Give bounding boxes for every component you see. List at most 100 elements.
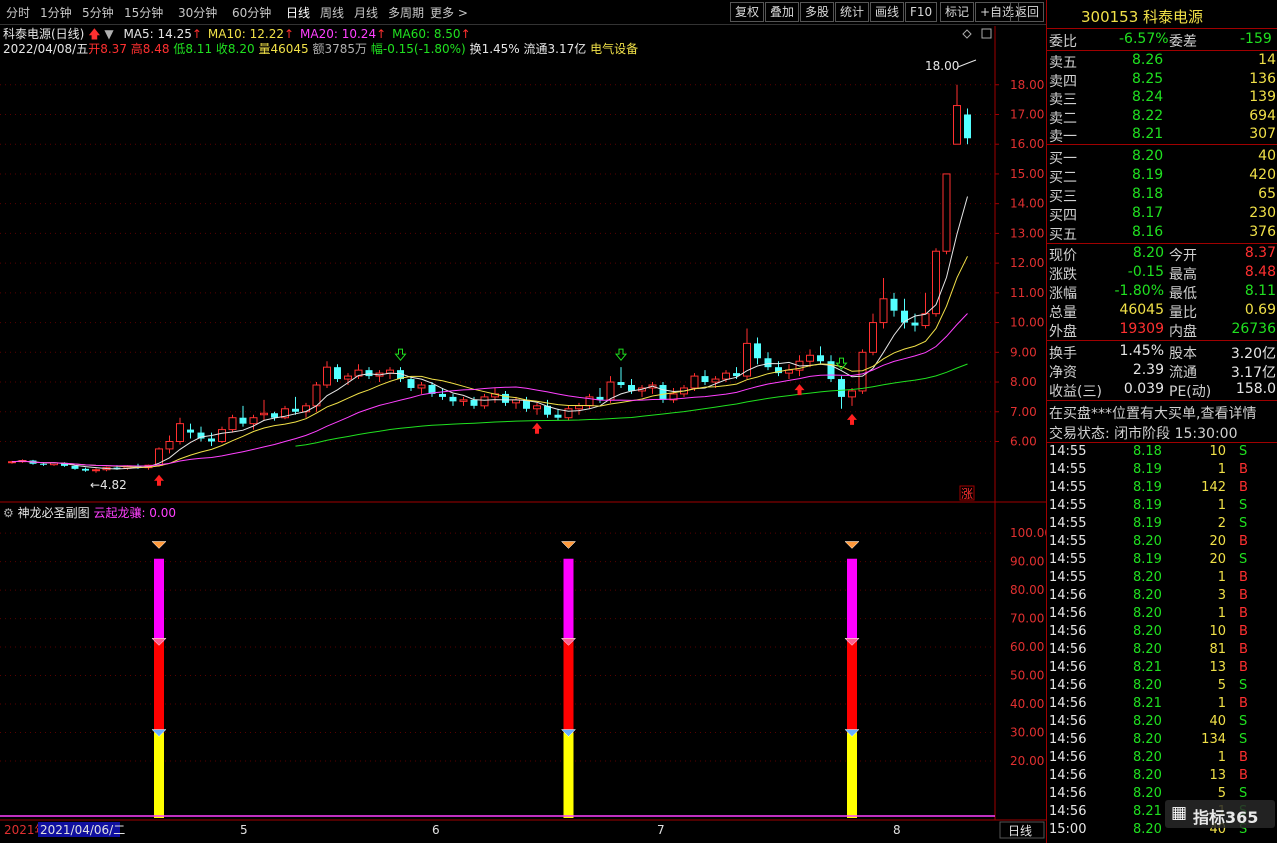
price-tick-label: 18.00: [1010, 78, 1044, 92]
candle-body-down: [890, 298, 898, 311]
tick-row[interactable]: 14:56 8.20 3 B: [1047, 588, 1277, 606]
ma60-line: [295, 363, 968, 447]
tick-row[interactable]: 14:56 8.20 1 B: [1047, 750, 1277, 768]
tick-volume: 142: [1201, 480, 1226, 495]
stats-label: 收益(三): [1049, 384, 1102, 400]
tick-row[interactable]: 14:56 8.21 1 B: [1047, 696, 1277, 714]
tick-time: 14:56: [1049, 624, 1087, 639]
price-tick-label: 15.00: [1010, 167, 1044, 181]
weicha-label: 委差: [1169, 34, 1197, 50]
tick-volume: 40: [1209, 714, 1226, 729]
weicha-value: -159: [1240, 31, 1272, 47]
tick-side: B: [1239, 462, 1248, 477]
price-tick-label: 11.00: [1010, 286, 1044, 300]
tick-side: S: [1239, 444, 1248, 459]
stats-value: 2.39: [1132, 362, 1164, 378]
tick-price: 8.19: [1133, 498, 1162, 513]
candle-body-up: [165, 440, 174, 450]
sub-settings-icon[interactable]: ⚙: [3, 506, 14, 520]
tick-time: 14:56: [1049, 588, 1087, 603]
ask-price: 8.24: [1132, 89, 1164, 105]
kline-chart[interactable]: 18.00 17.00 16.00 15.00 14.00 13.00 12.00 11.00…: [0, 0, 1046, 843]
ask-volume: 136: [1249, 70, 1276, 87]
ask-row: 卖三 8.24 139: [1047, 89, 1277, 108]
candle-body-down: [439, 393, 446, 397]
tick-volume: 20: [1209, 552, 1226, 567]
candle-body-up: [260, 412, 268, 416]
tick-side: B: [1239, 624, 1248, 639]
buy-arrow-icon: [847, 413, 857, 425]
tick-side: S: [1239, 714, 1248, 729]
tick-row[interactable]: 14:56 8.21 13 B: [1047, 660, 1277, 678]
tick-price: 8.20: [1133, 786, 1162, 801]
tick-volume: 5: [1217, 678, 1226, 693]
candle-body-up: [690, 375, 699, 389]
notice-row[interactable]: 在买盘***位置有大买单,查看详情: [1047, 403, 1277, 423]
tick-side: B: [1239, 570, 1248, 585]
candle-body-up: [848, 390, 856, 398]
tick-row[interactable]: 14:56 8.20 13 B: [1047, 768, 1277, 786]
tick-row[interactable]: 14:55 8.19 142 B: [1047, 480, 1277, 498]
quote-value: 8.11: [1244, 283, 1276, 299]
xaxis-label: 7: [657, 823, 665, 837]
tick-row[interactable]: 14:56 8.20 1 B: [1047, 606, 1277, 624]
tick-price: 8.19: [1133, 552, 1162, 567]
tick-row[interactable]: 14:55 8.19 1 S: [1047, 498, 1277, 516]
candle-body-down: [659, 385, 667, 400]
xaxis-label: 2021/04/06/二: [40, 823, 125, 837]
stats-label: 净资: [1049, 365, 1077, 381]
stats-label: PE(动): [1169, 384, 1212, 400]
tick-row[interactable]: 14:56 8.20 5 S: [1047, 678, 1277, 696]
tick-time: 14:56: [1049, 750, 1087, 765]
tick-row[interactable]: 14:56 8.20 10 B: [1047, 624, 1277, 642]
tick-row[interactable]: 14:55 8.19 1 B: [1047, 462, 1277, 480]
tick-row[interactable]: 14:55 8.19 20 S: [1047, 552, 1277, 570]
sub-tick-label: 100.00: [1010, 526, 1046, 540]
candle-body-up: [417, 384, 426, 389]
signal-bar-yellow: [154, 732, 164, 818]
tick-row[interactable]: 14:55 8.20 20 B: [1047, 534, 1277, 552]
tick-volume: 134: [1201, 732, 1226, 747]
tick-time: 14:56: [1049, 714, 1087, 729]
bid-volume: 65: [1258, 186, 1276, 202]
tick-price: 8.20: [1133, 588, 1162, 603]
tick-price: 8.20: [1133, 768, 1162, 783]
candle-body-down: [964, 114, 971, 139]
bid-volume: 420: [1249, 167, 1276, 183]
price-tick-label: 8.00: [1010, 375, 1037, 389]
quote-value: 26736: [1231, 321, 1276, 337]
tick-side: S: [1239, 786, 1248, 801]
candle-body-down: [40, 463, 47, 465]
divider: [1047, 400, 1277, 401]
candle-body-up: [533, 405, 541, 410]
tick-price: 8.20: [1133, 624, 1162, 639]
quote-label: 最高: [1169, 267, 1197, 283]
big-order-notice[interactable]: 在买盘***位置有大买单,查看详情: [1049, 403, 1256, 423]
quote-value: 8.37: [1244, 245, 1276, 261]
tick-time: 14:56: [1049, 678, 1087, 693]
tick-row[interactable]: 14:55 8.20 1 B: [1047, 570, 1277, 588]
tick-price: 8.20: [1133, 750, 1162, 765]
candle-body-down: [901, 310, 908, 323]
quote-value: 46045: [1119, 302, 1164, 318]
tick-side: S: [1239, 516, 1248, 531]
tick-volume: 1: [1217, 498, 1226, 513]
candle-body-up: [480, 396, 489, 407]
tick-row[interactable]: 14:56 8.20 81 B: [1047, 642, 1277, 660]
tick-price: 8.20: [1133, 714, 1162, 729]
tick-side: B: [1239, 606, 1248, 621]
weibi-value: -6.57%: [1119, 31, 1169, 47]
ask-label: 卖一: [1049, 129, 1077, 145]
tick-time: 14:56: [1049, 786, 1087, 801]
quote-row: 涨跌 -0.15 最高 8.48: [1047, 264, 1277, 283]
xaxis-mode-label[interactable]: 日线: [1008, 824, 1032, 838]
sub-tick-label: 70.00: [1010, 612, 1044, 626]
sub-tick-label: 20.00: [1010, 754, 1044, 768]
tick-row[interactable]: 14:56 8.20 134 S: [1047, 732, 1277, 750]
tick-time: 14:56: [1049, 660, 1087, 675]
tick-row[interactable]: 14:55 8.19 2 S: [1047, 516, 1277, 534]
tick-time: 14:56: [1049, 696, 1087, 711]
tick-row[interactable]: 14:56 8.20 40 S: [1047, 714, 1277, 732]
bid-row: 买二 8.19 420: [1047, 167, 1277, 186]
tick-row[interactable]: 14:55 8.18 10 S: [1047, 444, 1277, 462]
